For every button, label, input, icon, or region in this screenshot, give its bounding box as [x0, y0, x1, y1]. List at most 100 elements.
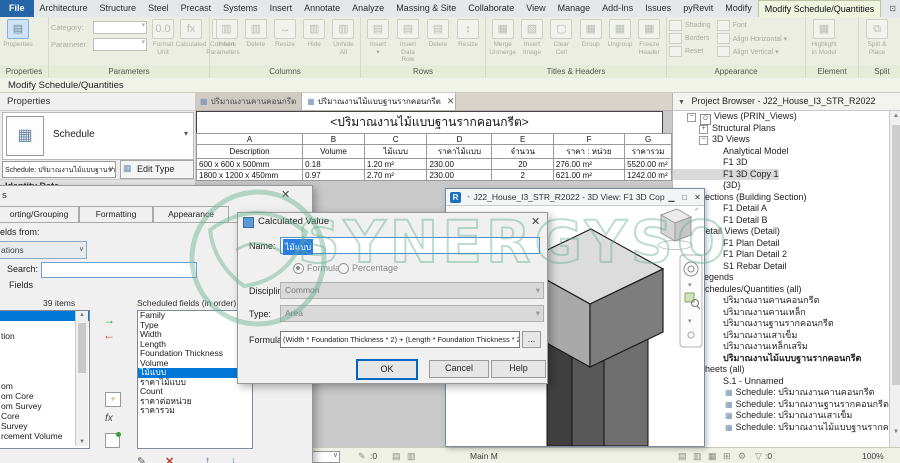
ribbon-button-delete-row[interactable]: ▤Delete — [424, 19, 452, 49]
percentage-radio[interactable] — [338, 263, 349, 274]
collapse-icon[interactable]: − — [699, 136, 708, 145]
formula-browse-button[interactable]: ... — [522, 331, 541, 348]
formula-radio[interactable] — [293, 263, 304, 274]
scheduled-fields-list[interactable]: FamilyTypeWidthLengthFoundation Thicknes… — [137, 310, 253, 449]
tab-modify[interactable]: Modify — [719, 0, 758, 17]
panel-menu-icon[interactable]: ▼ — [678, 99, 685, 106]
tab-architecture[interactable]: Architecture — [34, 0, 94, 17]
tab-systems[interactable]: Systems — [217, 0, 264, 17]
tab-modify-schedule-quantities[interactable]: Modify Schedule/Quantities — [758, 0, 882, 17]
collapse-icon[interactable]: − — [687, 113, 696, 122]
formula-input[interactable]: (Width * Foundation Thickness * 2) + (Le… — [280, 331, 520, 348]
schedule-cell[interactable]: ไม้แบบ — [364, 145, 427, 159]
ribbon-button-insert-data-row[interactable]: ▤Insert Data Row — [394, 19, 422, 64]
ribbon-button-split-place[interactable]: ⧉Split & Place — [862, 19, 892, 56]
tab-steel[interactable]: Steel — [142, 0, 175, 17]
type-selector-arrow-icon[interactable]: ▾ — [184, 129, 188, 138]
tree-item[interactable]: ▦Schedule: ปริมาณงานฐานรากคอนกรีต — [673, 399, 889, 411]
ribbon-button-group[interactable]: ▦Group — [577, 19, 604, 49]
scroll-down-icon[interactable]: ▼ — [890, 429, 900, 435]
schedule-cell[interactable]: C — [364, 134, 427, 145]
tab-insert[interactable]: Insert — [264, 0, 299, 17]
schedule-cell[interactable]: G — [625, 134, 672, 145]
schedule-cell[interactable]: 0.97 — [303, 170, 365, 181]
tab-add-ins[interactable]: Add-Ins — [596, 0, 639, 17]
schedule-cell[interactable]: 276.00 m² — [553, 159, 624, 170]
dialog-tab-appearance[interactable]: Appearance — [153, 206, 229, 222]
ribbon-button-reset[interactable]: Reset — [669, 45, 711, 58]
dropdown-box[interactable] — [93, 38, 147, 51]
schedule-cell[interactable]: ราคาไม้แบบ — [427, 145, 492, 159]
tab-structure[interactable]: Structure — [94, 0, 143, 17]
schedule-cell[interactable]: 0.18 — [303, 159, 365, 170]
editable-only-icon[interactable]: ✎ — [358, 451, 366, 462]
tree-item[interactable]: −OViews (PRIN_Views) — [673, 111, 797, 123]
move-down-icon[interactable]: ↓ — [231, 455, 237, 463]
add-field-button[interactable]: → — [103, 313, 123, 327]
schedule-cell[interactable]: 20 — [492, 159, 553, 170]
ribbon-button-insert-column[interactable]: ▥Insert — [213, 19, 240, 49]
tab-view[interactable]: View — [520, 0, 551, 17]
help-button[interactable]: Help — [491, 360, 546, 378]
tab-manage[interactable]: Manage — [552, 0, 597, 17]
schedule-cell[interactable]: ราคา : หน่วย — [553, 145, 624, 159]
ribbon-dropdown-category[interactable]: Category: — [51, 21, 147, 34]
tab-massing-site[interactable]: Massing & Site — [390, 0, 462, 17]
tree-item[interactable]: ▦Schedule: ปริมาณงานไม้แบบฐานรากคอนกรีต — [673, 422, 889, 434]
status-right-icon-2[interactable]: ▥ — [693, 451, 702, 462]
schedule-cell[interactable]: E — [492, 134, 553, 145]
tab-collaborate[interactable]: Collaborate — [462, 0, 520, 17]
schedule-cell[interactable]: จำนวน — [492, 145, 553, 159]
ribbon-button-align-vertical[interactable]: Align Vertical ▾ — [717, 45, 787, 58]
view-tab-close-icon[interactable]: ✕ — [447, 96, 455, 107]
ribbon-button-format-unit[interactable]: 0.0Format Unit — [152, 19, 174, 56]
type-selector[interactable]: ▦ Schedule ▾ — [2, 112, 194, 160]
tab-analyze[interactable]: Analyze — [346, 0, 390, 17]
project-browser-scrollbar[interactable]: ▲ ▼ — [889, 111, 900, 447]
calc-dialog-close-icon[interactable]: ✕ — [531, 215, 540, 228]
scroll-up-icon[interactable]: ▲ — [890, 113, 900, 119]
schedule-cell[interactable]: Volume — [303, 145, 365, 159]
close-button[interactable]: ✕ — [691, 193, 704, 202]
schedule-cell[interactable]: 621.00 m² — [553, 170, 624, 181]
name-input[interactable]: ไม้แบบ — [280, 237, 540, 254]
status-icon-2[interactable]: ▥ — [407, 451, 416, 462]
view-tab-1[interactable]: ▦ปริมาณงานคานคอนกรีต — [195, 93, 302, 110]
scrollbar-thumb[interactable] — [892, 125, 900, 385]
ribbon-button-clear-cell[interactable]: ▢Clear Cell — [548, 19, 575, 56]
ribbon-button-borders[interactable]: Borders — [669, 32, 711, 45]
status-right-icon-4[interactable]: ⊞ — [723, 451, 731, 462]
schedule-title-row[interactable]: <ปริมาณงานไม้แบบฐานรากคอนกรีต> — [196, 111, 663, 134]
scroll-down-icon[interactable]: ▼ — [76, 439, 88, 445]
ribbon-button-font[interactable]: Font — [717, 19, 787, 32]
ribbon-button-highlight-in-model[interactable]: ▦Highlight in Model — [809, 19, 839, 56]
edit-type-button[interactable]: ▦ Edit Type — [120, 160, 194, 179]
maximize-button[interactable]: □ — [678, 193, 691, 202]
ribbon-button-merge-unmerge[interactable]: ▦Merge Unmerge — [489, 19, 516, 56]
ribbon-button-resize-column[interactable]: ↔Resize — [271, 19, 298, 49]
status-right-icon-1[interactable]: ▤ — [678, 451, 687, 462]
status-right-icon-3[interactable]: ▦ — [708, 451, 717, 462]
scheduled-field-item[interactable]: ราคารวม — [138, 406, 252, 416]
tab-issues[interactable]: Issues — [639, 0, 677, 17]
ribbon-button-insert-image[interactable]: ▧Insert Image — [518, 19, 545, 56]
tab-precast[interactable]: Precast — [175, 0, 218, 17]
dialog-tab-orting-grouping[interactable]: orting/Grouping — [0, 206, 79, 222]
ribbon-display-toggle[interactable]: ⊡ ▾ — [885, 0, 900, 17]
ribbon-dropdown-parameter[interactable]: Parameter: — [51, 38, 147, 51]
scroll-up-icon[interactable]: ▲ — [76, 312, 88, 318]
ribbon-button-unhide-all[interactable]: ▥Unhide All — [330, 19, 357, 56]
navigation-bar[interactable]: ▾ ▾ — [680, 255, 702, 347]
schedule-cell[interactable]: Description — [197, 145, 303, 159]
ribbon-button-shading[interactable]: Shading — [669, 19, 711, 32]
schedule-cell[interactable]: D — [427, 134, 492, 145]
view3d-titlebar[interactable]: R ◔ J22_House_I3_STR_R2022 - 3D View: F1… — [446, 189, 704, 206]
tree-item[interactable]: F1 3D Copy 1 — [673, 169, 779, 181]
schedule-cell[interactable]: 600 x 600 x 500mm — [197, 159, 303, 170]
ribbon-button-delete-column[interactable]: ▥Delete — [242, 19, 269, 49]
edit-field-icon[interactable]: ✎ — [137, 455, 146, 463]
schedule-cell[interactable]: ราคารวม — [625, 145, 672, 159]
ribbon-button-hide-column[interactable]: ▥Hide — [301, 19, 328, 49]
ribbon-button-align-horizontal[interactable]: Align Horizontal ▾ — [717, 32, 787, 45]
design-option-label[interactable]: Main M — [470, 451, 498, 461]
